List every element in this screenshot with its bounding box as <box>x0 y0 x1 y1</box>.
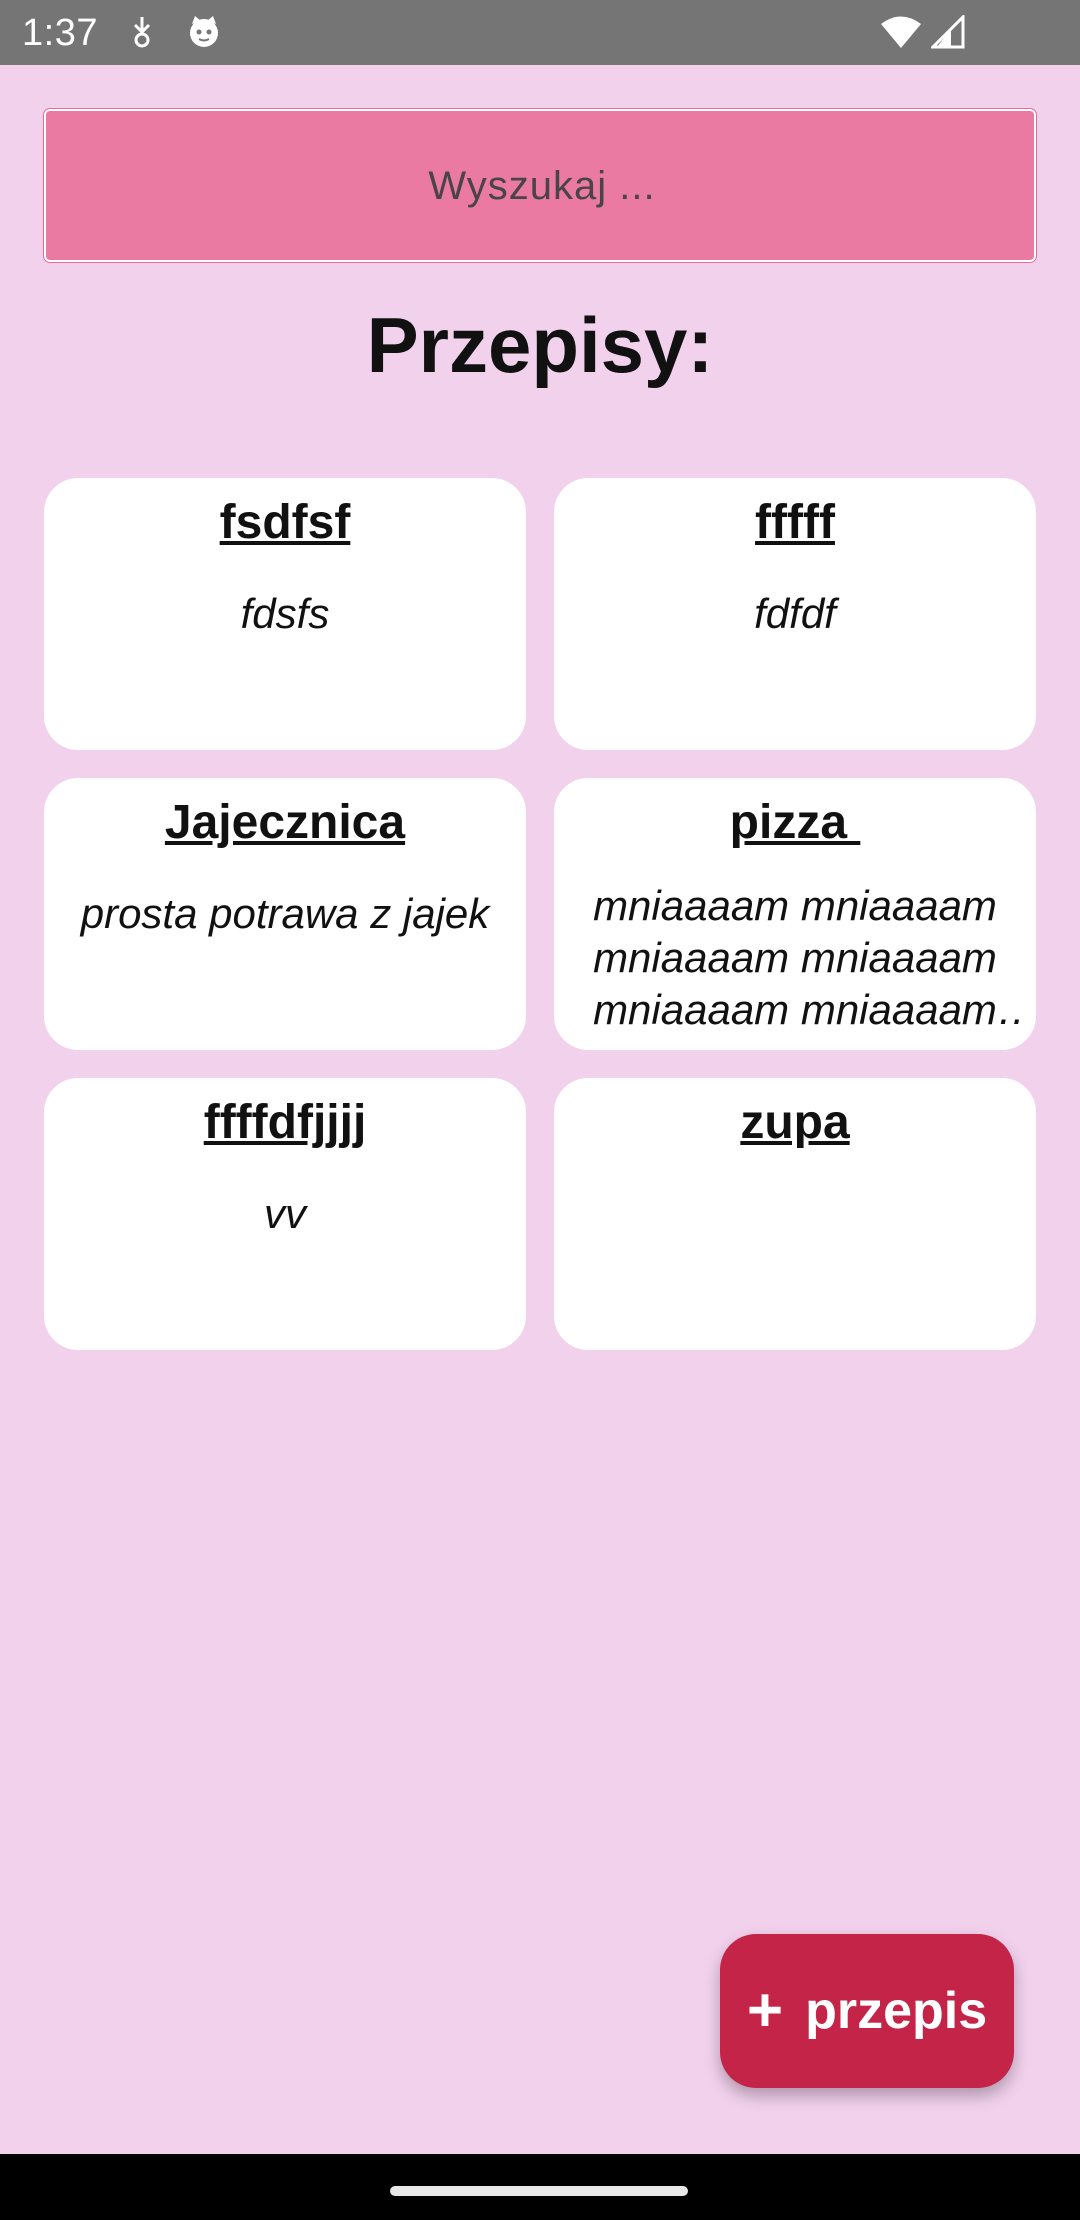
plus-icon: + <box>746 1976 784 2045</box>
download-icon <box>122 12 162 52</box>
recipe-description: mniaaaam mniaaaam mniaaaam mniaaaam mnia… <box>593 882 997 1033</box>
recipe-title: zupa <box>740 1096 850 1149</box>
cat-face-icon <box>184 12 224 52</box>
recipe-title: fsdfsf <box>219 496 351 549</box>
recipe-card-fsdfsf[interactable]: fsdfsf fdsfs <box>44 478 526 750</box>
recipe-card-ffffdfjjjj[interactable]: ffffdfjjjj vv <box>44 1078 526 1350</box>
recipe-title: ffffdfjjjj <box>203 1096 367 1149</box>
page-title: Przepisy: <box>366 301 714 389</box>
home-gesture-handle[interactable] <box>390 2186 688 2196</box>
add-recipe-label: przepis <box>805 1982 988 2040</box>
recipe-title: pizza <box>729 796 861 849</box>
status-time: 1:37 <box>22 12 98 54</box>
recipe-grid: fsdfsf fdsfs fffff fdfdf Jajecznica pros… <box>44 478 1036 1350</box>
recipe-description: vv <box>264 1190 306 1237</box>
search-box[interactable] <box>43 108 1038 263</box>
navigation-bar <box>0 2154 1080 2220</box>
recipe-card-jajecznica[interactable]: Jajecznica prosta potrawa z jajek <box>44 778 526 1050</box>
recipe-title: Jajecznica <box>164 796 406 849</box>
recipe-card-zupa[interactable]: zupa <box>554 1078 1036 1350</box>
status-bar: 1:37 <box>0 0 1080 65</box>
recipe-description: fdfdf <box>754 590 836 637</box>
recipe-description: prosta potrawa z jajek <box>80 890 490 937</box>
recipe-description: fdsfs <box>240 590 330 637</box>
cell-signal-icon <box>928 12 968 52</box>
search-input[interactable] <box>46 111 1038 262</box>
wifi-icon <box>878 12 924 52</box>
add-recipe-button[interactable]: + przepis <box>720 1934 1014 2088</box>
recipe-title: fffff <box>755 496 835 549</box>
recipe-card-pizza[interactable]: pizza mniaaaam mniaaaam mniaaaam mniaaaa… <box>554 778 1036 1050</box>
recipe-card-fffff[interactable]: fffff fdfdf <box>554 478 1036 750</box>
